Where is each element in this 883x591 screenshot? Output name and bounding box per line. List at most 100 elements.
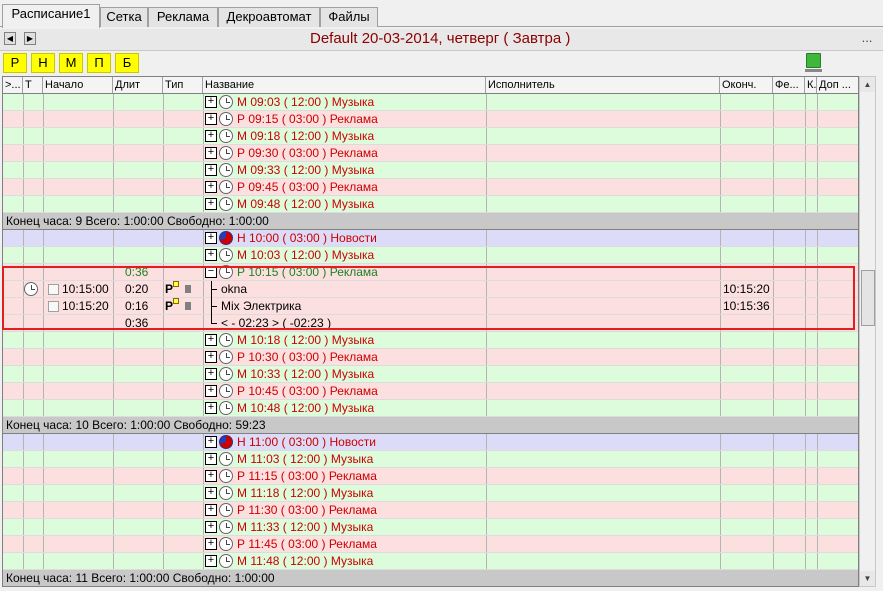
filter-p-button[interactable]: П	[87, 53, 111, 73]
hour-summary-row[interactable]: Конец часа: 11 Всего: 1:00:00 Свободно: …	[3, 570, 858, 586]
tab-schedule[interactable]: Расписание1	[2, 4, 100, 28]
column-divider	[720, 400, 721, 416]
sub-item-row[interactable]: < - 02:23 > ( -02:23 ) 0:36	[3, 315, 858, 332]
expand-icon[interactable]: +	[205, 385, 217, 397]
expand-icon[interactable]: +	[205, 351, 217, 363]
item-checkbox[interactable]	[48, 284, 59, 295]
news-block-icon	[219, 231, 233, 245]
table-row[interactable]: + М 09:48 ( 12:00 ) Музыка	[3, 196, 858, 213]
sub-item-row[interactable]: okna 0:20 10:15:00 Р 10:15:20	[3, 281, 858, 298]
table-row[interactable]: + Р 11:15 ( 03:00 ) Реклама	[3, 468, 858, 485]
block-title: М 11:33 ( 12:00 ) Музыка	[237, 520, 374, 534]
col-end[interactable]: Оконч.	[720, 77, 773, 93]
col-k[interactable]: К..	[805, 77, 817, 93]
column-divider	[720, 451, 721, 467]
col-duration[interactable]: Длит	[113, 77, 163, 93]
expand-icon[interactable]: +	[205, 164, 217, 176]
table-row[interactable]: + М 11:03 ( 12:00 ) Музыка	[3, 451, 858, 468]
table-row[interactable]: + Р 09:30 ( 03:00 ) Реклама	[3, 145, 858, 162]
column-divider	[203, 179, 204, 195]
collapse-icon[interactable]: −	[205, 266, 217, 278]
col-name[interactable]: Название	[203, 77, 486, 93]
table-row[interactable]: + М 10:03 ( 12:00 ) Музыка	[3, 247, 858, 264]
table-row[interactable]: + М 10:33 ( 12:00 ) Музыка	[3, 366, 858, 383]
expand-icon[interactable]: +	[205, 555, 217, 567]
col-fe[interactable]: Фе...	[773, 77, 805, 93]
vertical-scrollbar[interactable]: ▲ ▼	[859, 76, 876, 587]
clock-icon	[219, 163, 233, 177]
scroll-up-icon[interactable]: ▲	[860, 77, 875, 92]
expand-icon[interactable]: +	[205, 453, 217, 465]
table-row[interactable]: + Р 11:30 ( 03:00 ) Реклама	[3, 502, 858, 519]
filter-n-button[interactable]: Н	[31, 53, 55, 73]
table-row[interactable]: + М 09:18 ( 12:00 ) Музыка	[3, 128, 858, 145]
column-divider	[486, 502, 487, 518]
end-cell: 10:15:20	[723, 282, 770, 296]
filter-m-button[interactable]: М	[59, 53, 83, 73]
table-row[interactable]: + Р 09:45 ( 03:00 ) Реклама	[3, 179, 858, 196]
col-type[interactable]: Тип	[163, 77, 203, 93]
filter-b-button[interactable]: Б	[115, 53, 139, 73]
expand-icon[interactable]: +	[205, 436, 217, 448]
col-t[interactable]: Т	[23, 77, 43, 93]
table-row[interactable]: − Р 10:15 ( 03:00 ) Реклама 0:36	[3, 264, 858, 281]
sub-item-row[interactable]: Mix Электрика 0:16 10:15:20 Р 10:15:36	[3, 298, 858, 315]
expand-icon[interactable]: +	[205, 504, 217, 516]
clock-icon	[219, 486, 233, 500]
tab-decroautomat[interactable]: Декроавтомат	[218, 7, 320, 27]
scroll-down-icon[interactable]: ▼	[860, 571, 875, 586]
column-divider	[23, 315, 24, 331]
table-row[interactable]: + Р 10:45 ( 03:00 ) Реклама	[3, 383, 858, 400]
tab-files[interactable]: Файлы	[320, 7, 378, 27]
expand-icon[interactable]: +	[205, 487, 217, 499]
prev-day-button[interactable]: ◀	[4, 32, 16, 45]
ad-type-icon: Р	[165, 282, 174, 296]
expand-icon[interactable]: +	[205, 368, 217, 380]
monitor-icon[interactable]	[805, 53, 822, 72]
expand-icon[interactable]: +	[205, 130, 217, 142]
expand-icon[interactable]: +	[205, 402, 217, 414]
table-row[interactable]: + М 09:33 ( 12:00 ) Музыка	[3, 162, 858, 179]
table-row[interactable]: + М 11:33 ( 12:00 ) Музыка	[3, 519, 858, 536]
col-extra[interactable]: Доп ...	[817, 77, 858, 93]
table-row[interactable]: + М 10:18 ( 12:00 ) Музыка	[3, 332, 858, 349]
table-row[interactable]: + Р 09:15 ( 03:00 ) Реклама	[3, 111, 858, 128]
table-row[interactable]: + Н 10:00 ( 03:00 ) Новости	[3, 230, 858, 247]
table-row[interactable]: + Р 10:30 ( 03:00 ) Реклама	[3, 349, 858, 366]
tab-grid[interactable]: Сетка	[100, 7, 148, 27]
hour-summary-row[interactable]: Конец часа: 9 Всего: 1:00:00 Свободно: 1…	[3, 213, 858, 230]
item-checkbox[interactable]	[48, 301, 59, 312]
column-divider	[23, 128, 24, 144]
column-divider	[486, 230, 487, 246]
next-day-button[interactable]: ▶	[24, 32, 36, 45]
expand-icon[interactable]: +	[205, 470, 217, 482]
col-expand[interactable]: >...	[3, 77, 23, 93]
expand-icon[interactable]: +	[205, 96, 217, 108]
table-row[interactable]: + М 11:18 ( 12:00 ) Музыка	[3, 485, 858, 502]
col-start[interactable]: Начало	[43, 77, 113, 93]
column-divider	[805, 451, 806, 467]
table-row[interactable]: + М 11:48 ( 12:00 ) Музыка	[3, 553, 858, 570]
tab-ads[interactable]: Реклама	[148, 7, 218, 27]
table-row[interactable]: + Н 11:00 ( 03:00 ) Новости	[3, 434, 858, 451]
expand-icon[interactable]: +	[205, 181, 217, 193]
expand-icon[interactable]: +	[205, 147, 217, 159]
expand-icon[interactable]: +	[205, 334, 217, 346]
scroll-thumb[interactable]	[861, 270, 875, 326]
expand-icon[interactable]: +	[205, 249, 217, 261]
filter-r-button[interactable]: Р	[3, 53, 27, 73]
expand-icon[interactable]: +	[205, 198, 217, 210]
more-button[interactable]: ...	[857, 30, 877, 48]
table-row[interactable]: + Р 11:45 ( 03:00 ) Реклама	[3, 536, 858, 553]
hour-summary-row[interactable]: Конец часа: 10 Всего: 1:00:00 Свободно: …	[3, 417, 858, 434]
column-divider	[163, 264, 164, 280]
column-divider	[163, 434, 164, 450]
column-divider	[773, 247, 774, 263]
expand-icon[interactable]: +	[205, 232, 217, 244]
table-row[interactable]: + М 10:48 ( 12:00 ) Музыка	[3, 400, 858, 417]
expand-icon[interactable]: +	[205, 521, 217, 533]
expand-icon[interactable]: +	[205, 538, 217, 550]
table-row[interactable]: + М 09:03 ( 12:00 ) Музыка	[3, 94, 858, 111]
col-artist[interactable]: Исполнитель	[486, 77, 720, 93]
expand-icon[interactable]: +	[205, 113, 217, 125]
